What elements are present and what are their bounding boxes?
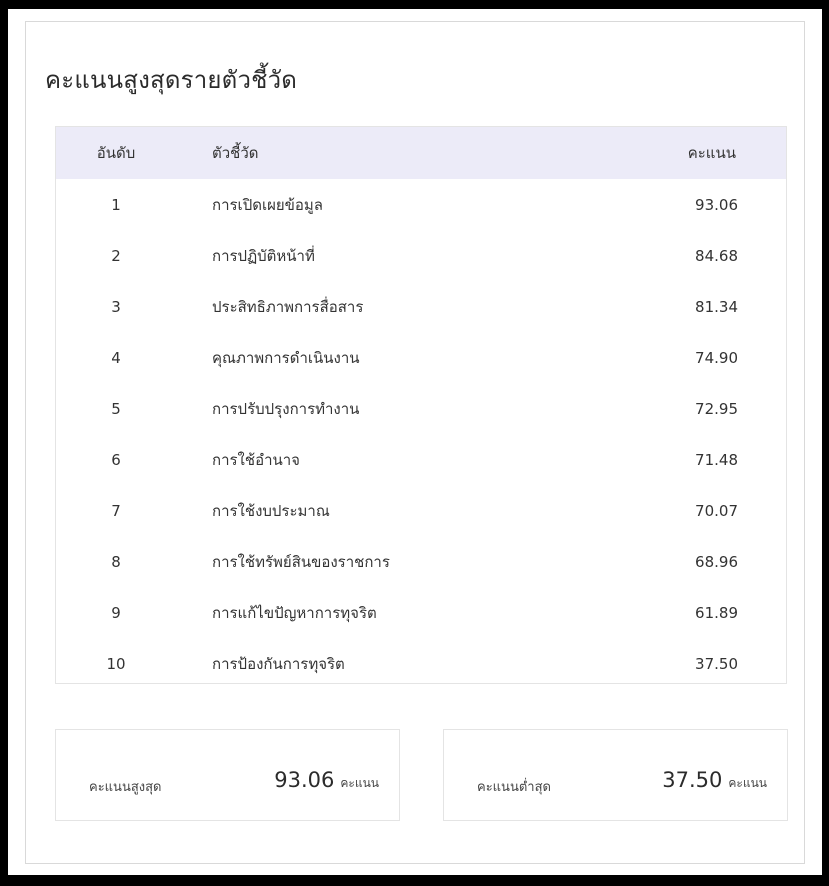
min-score-label: คะแนนต่ำสุด <box>477 780 551 795</box>
row-indicator: การแก้ไขปัญหาการทุจริต <box>212 603 377 622</box>
row-rank: 2 <box>111 246 121 265</box>
row-rank: 6 <box>111 450 121 469</box>
row-rank: 10 <box>106 654 126 673</box>
table-row: 6 การใช้อำนาจ 71.48 <box>56 434 786 485</box>
table-row: 7 การใช้งบประมาณ 70.07 <box>56 485 786 536</box>
row-score: 68.96 <box>695 552 738 571</box>
table-row: 10 การป้องกันการทุจริต 37.50 <box>56 638 786 689</box>
row-rank: 8 <box>111 552 121 571</box>
row-score: 61.89 <box>695 603 738 622</box>
row-indicator: คุณภาพการดำเนินงาน <box>212 348 360 367</box>
row-rank: 7 <box>111 501 121 520</box>
min-score-value-group: 37.50 คะแนน <box>662 768 767 793</box>
table-row: 2 การปฏิบัติหน้าที่ 84.68 <box>56 230 786 281</box>
max-score-value-group: 93.06 คะแนน <box>274 768 379 793</box>
row-score: 81.34 <box>695 297 738 316</box>
max-score-card: คะแนนสูงสุด 93.06 คะแนน <box>55 729 400 821</box>
row-indicator: การใช้งบประมาณ <box>212 501 330 520</box>
row-rank: 5 <box>111 399 121 418</box>
row-rank: 4 <box>111 348 121 367</box>
row-indicator: การเปิดเผยข้อมูล <box>212 195 323 214</box>
row-score: 93.06 <box>695 195 738 214</box>
row-indicator: การใช้อำนาจ <box>212 450 300 469</box>
table-row: 8 การใช้ทรัพย์สินของราชการ 68.96 <box>56 536 786 587</box>
row-score: 84.68 <box>695 246 738 265</box>
min-score-unit: คะแนน <box>728 776 767 790</box>
row-indicator: ประสิทธิภาพการสื่อสาร <box>212 297 364 316</box>
row-score: 74.90 <box>695 348 738 367</box>
page-title: คะแนนสูงสุดรายตัวชี้วัด <box>45 66 298 94</box>
row-rank: 1 <box>111 195 121 214</box>
row-rank: 3 <box>111 297 121 316</box>
table-row: 4 คุณภาพการดำเนินงาน 74.90 <box>56 332 786 383</box>
table-row: 5 การปรับปรุงการทำงาน 72.95 <box>56 383 786 434</box>
table-row: 9 การแก้ไขปัญหาการทุจริต 61.89 <box>56 587 786 638</box>
row-score: 71.48 <box>695 450 738 469</box>
scores-table: อันดับ ตัวชี้วัด คะแนน 1 การเปิดเผยข้อมู… <box>55 126 787 684</box>
max-score-label: คะแนนสูงสุด <box>89 780 162 795</box>
row-score: 72.95 <box>695 399 738 418</box>
row-indicator: การปฏิบัติหน้าที่ <box>212 246 315 265</box>
header-score: คะแนน <box>687 144 736 162</box>
row-score: 70.07 <box>695 501 738 520</box>
max-score-value: 93.06 <box>274 768 335 792</box>
min-score-value: 37.50 <box>662 768 723 792</box>
row-rank: 9 <box>111 603 121 622</box>
min-score-card: คะแนนต่ำสุด 37.50 คะแนน <box>443 729 788 821</box>
row-indicator: การปรับปรุงการทำงาน <box>212 399 360 418</box>
table-row: 3 ประสิทธิภาพการสื่อสาร 81.34 <box>56 281 786 332</box>
max-score-unit: คะแนน <box>340 776 379 790</box>
row-score: 37.50 <box>695 654 738 673</box>
table-row: 1 การเปิดเผยข้อมูล 93.06 <box>56 179 786 230</box>
row-indicator: การใช้ทรัพย์สินของราชการ <box>212 552 390 571</box>
header-indicator: ตัวชี้วัด <box>212 144 259 162</box>
row-indicator: การป้องกันการทุจริต <box>212 654 345 673</box>
table-header: อันดับ ตัวชี้วัด คะแนน <box>56 127 786 179</box>
header-rank: อันดับ <box>96 144 136 162</box>
